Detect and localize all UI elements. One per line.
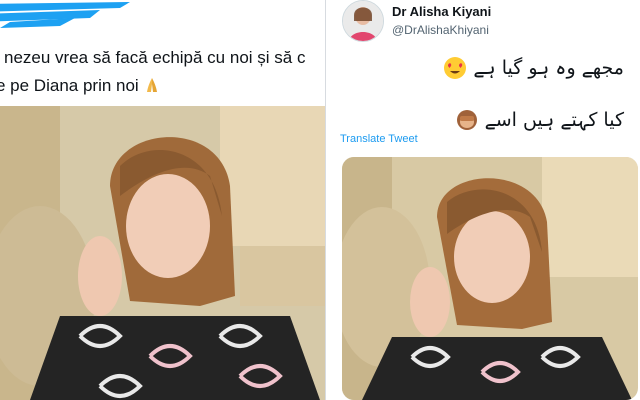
- right-tweet-text-line2-wrapper: کیا کہتے ہیں اسے: [455, 108, 624, 132]
- translate-tweet-link[interactable]: Translate Tweet: [340, 133, 418, 145]
- right-tweet-text-line1: مجھے وہ ہو گیا ہے: [473, 57, 624, 79]
- praying-hands-icon: [147, 78, 158, 92]
- left-tweet-text-line1: nezeu vrea să facă echipă cu noi și să c: [4, 48, 306, 67]
- author-name[interactable]: Dr Alisha Kiyani: [392, 4, 491, 19]
- heart-eyes-emoji-icon: [444, 57, 467, 79]
- right-tweet-panel: Dr Alisha Kiyani @DrAlishaKhiyani مجھے و…: [326, 0, 640, 400]
- left-tweet-text-line2-wrapper: e pe Diana prin noi: [0, 76, 325, 96]
- see-no-evil-monkey-icon: [456, 110, 477, 130]
- avatar-icon: [343, 1, 383, 41]
- author-handle[interactable]: @DrAlishaKhiyani: [392, 23, 489, 37]
- woman-photo-right: [342, 157, 638, 400]
- left-tweet-photo[interactable]: [0, 106, 325, 400]
- redaction-scribble: [0, 2, 130, 28]
- right-tweet-text-line2: کیا کہتے ہیں اسے: [484, 109, 624, 131]
- left-tweet-panel: nezeu vrea să facă echipă cu noi și să c…: [0, 0, 325, 400]
- right-tweet-text-line1-wrapper: مجھے وہ ہو گیا ہے: [443, 56, 624, 80]
- author-avatar[interactable]: [342, 0, 384, 42]
- left-tweet-text-line2: e pe Diana prin noi: [0, 76, 139, 95]
- woman-photo-left: [0, 106, 325, 400]
- right-tweet-photo[interactable]: [342, 157, 638, 400]
